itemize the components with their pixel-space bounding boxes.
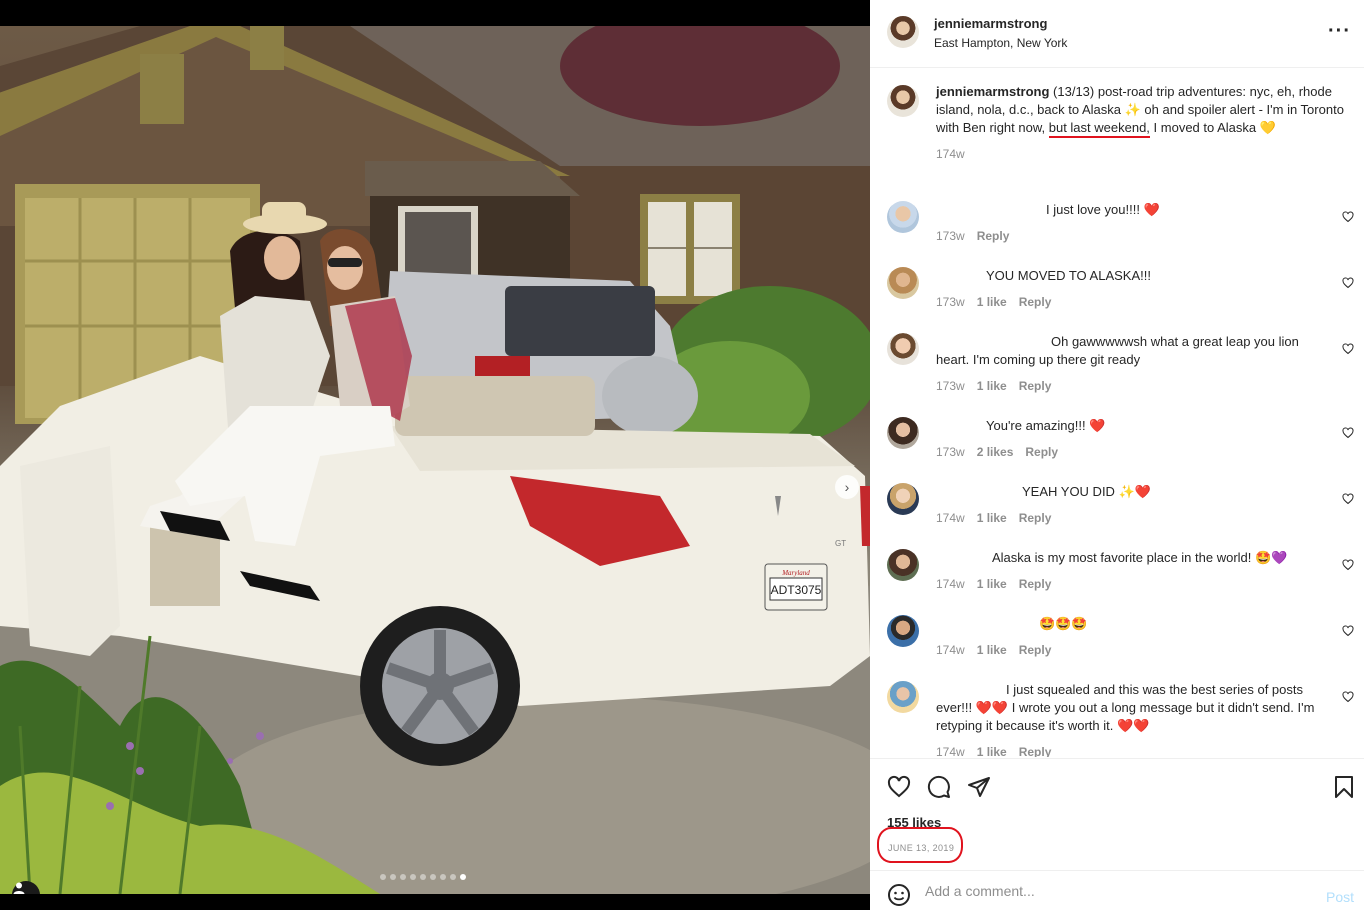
reply-button[interactable]: Reply [1019, 745, 1052, 757]
comment-item: YEAH YOU DID ✨❤️ 174w 1 like Reply [887, 483, 1357, 527]
heart-icon[interactable] [1342, 493, 1354, 505]
post-photo: ADT3075 Maryland GT › [0, 0, 870, 910]
author-avatar[interactable] [887, 16, 919, 48]
caption-highlighted-text: but last weekend, [1048, 120, 1150, 138]
post-comment-button[interactable]: Post [1326, 889, 1354, 905]
comment-age: 174w [936, 643, 965, 657]
comment-likes[interactable]: 1 like [977, 379, 1007, 393]
post-header: jenniemarmstrong East Hampton, New York … [870, 0, 1364, 68]
more-options-icon[interactable]: ··· [1328, 20, 1351, 43]
commenter-avatar[interactable] [887, 681, 919, 713]
carousel-indicator [380, 874, 466, 880]
comment-likes[interactable]: 1 like [977, 643, 1007, 657]
comment-text: 🤩🤩🤩 [1039, 616, 1088, 631]
post-location[interactable]: East Hampton, New York [934, 36, 1067, 50]
heart-icon[interactable] [1342, 343, 1354, 355]
comment-age: 173w [936, 295, 965, 309]
comment-likes[interactable]: 1 like [977, 295, 1007, 309]
caption-age: 174w [936, 147, 965, 161]
comment-age: 173w [936, 445, 965, 459]
caption-username[interactable]: jenniemarmstrong [936, 84, 1049, 99]
comment-text: Oh gawwwwwsh what a great leap you lion … [936, 334, 1299, 367]
commenter-avatar[interactable] [887, 417, 919, 449]
reply-button[interactable]: Reply [1019, 577, 1052, 591]
heart-icon[interactable] [887, 775, 911, 799]
comment-likes[interactable]: 1 like [977, 745, 1007, 757]
commenter-avatar[interactable] [887, 483, 919, 515]
photo-illustration: ADT3075 Maryland GT [0, 26, 870, 894]
comment-item: YOU MOVED TO ALASKA!!! 173w 1 like Reply [887, 267, 1357, 311]
comment-item: You're amazing!!! ❤️ 173w 2 likes Reply [887, 417, 1357, 461]
emoji-icon[interactable] [887, 883, 911, 907]
reply-button[interactable]: Reply [1019, 379, 1052, 393]
commenter-avatar[interactable] [887, 333, 919, 365]
comment-likes[interactable]: 1 like [977, 577, 1007, 591]
comment-age: 174w [936, 577, 965, 591]
photo-scene: ADT3075 Maryland GT › [0, 26, 870, 894]
comment-age: 173w [936, 229, 965, 243]
comment-text: YOU MOVED TO ALASKA!!! [986, 268, 1151, 283]
comment-text: YEAH YOU DID ✨❤️ [1022, 484, 1151, 499]
heart-icon[interactable] [1342, 691, 1354, 703]
plate-state: Maryland [781, 569, 810, 577]
post-sidebar: jenniemarmstrong East Hampton, New York … [870, 0, 1364, 910]
carousel-next-button[interactable]: › [835, 475, 859, 499]
comment-item: Alaska is my most favorite place in the … [887, 549, 1357, 593]
author-username[interactable]: jenniemarmstrong [934, 16, 1047, 31]
commenter-avatar[interactable] [887, 267, 919, 299]
add-comment-bar: Post [870, 870, 1364, 910]
reply-button[interactable]: Reply [1019, 295, 1052, 309]
bookmark-icon[interactable] [1333, 775, 1355, 799]
commenter-avatar[interactable] [887, 615, 919, 647]
comment-age: 174w [936, 511, 965, 525]
comment-age: 174w [936, 745, 965, 757]
post-caption: jenniemarmstrong (13/13) post-road trip … [887, 83, 1357, 163]
car-badge: GT [835, 539, 846, 548]
license-plate: ADT3075 [771, 583, 822, 597]
reply-button[interactable]: Reply [977, 229, 1010, 243]
comment-text: I just love you!!!! ❤️ [1046, 202, 1160, 217]
chevron-right-icon: › [844, 479, 850, 495]
share-icon[interactable] [967, 775, 991, 799]
reply-button[interactable]: Reply [1019, 643, 1052, 657]
date-highlight: JUNE 13, 2019 [877, 827, 963, 863]
comment-likes[interactable]: 1 like [977, 511, 1007, 525]
user-tag-icon [13, 882, 25, 894]
heart-icon[interactable] [1342, 277, 1354, 289]
comments-list[interactable]: jenniemarmstrong (13/13) post-road trip … [870, 69, 1364, 757]
comment-input[interactable] [925, 879, 1305, 903]
comment-likes[interactable]: 2 likes [977, 445, 1014, 459]
comment-item: I just squealed and this was the best se… [887, 681, 1357, 757]
reply-button[interactable]: Reply [1019, 511, 1052, 525]
commenter-avatar[interactable] [887, 201, 919, 233]
heart-icon[interactable] [1342, 625, 1354, 637]
comment-text: Alaska is my most favorite place in the … [992, 550, 1288, 565]
comment-text: I just squealed and this was the best se… [936, 682, 1315, 733]
heart-icon[interactable] [1342, 427, 1354, 439]
reply-button[interactable]: Reply [1025, 445, 1058, 459]
comment-item: 🤩🤩🤩 174w 1 like Reply [887, 615, 1357, 659]
caption-avatar[interactable] [887, 85, 919, 117]
comment-text: You're amazing!!! ❤️ [986, 418, 1106, 433]
post-date[interactable]: JUNE 13, 2019 [888, 843, 954, 853]
caption-text-end: I moved to Alaska 💛 [1149, 120, 1276, 135]
comment-age: 173w [936, 379, 965, 393]
heart-icon[interactable] [1342, 211, 1354, 223]
post-actions: 155 likes JUNE 13, 2019 [870, 758, 1364, 870]
heart-icon[interactable] [1342, 559, 1354, 571]
comment-item: Oh gawwwwwsh what a great leap you lion … [887, 333, 1357, 395]
comment-item: I just love you!!!! ❤️ 173w Reply [887, 201, 1357, 245]
commenter-avatar[interactable] [887, 549, 919, 581]
comment-icon[interactable] [927, 775, 951, 799]
